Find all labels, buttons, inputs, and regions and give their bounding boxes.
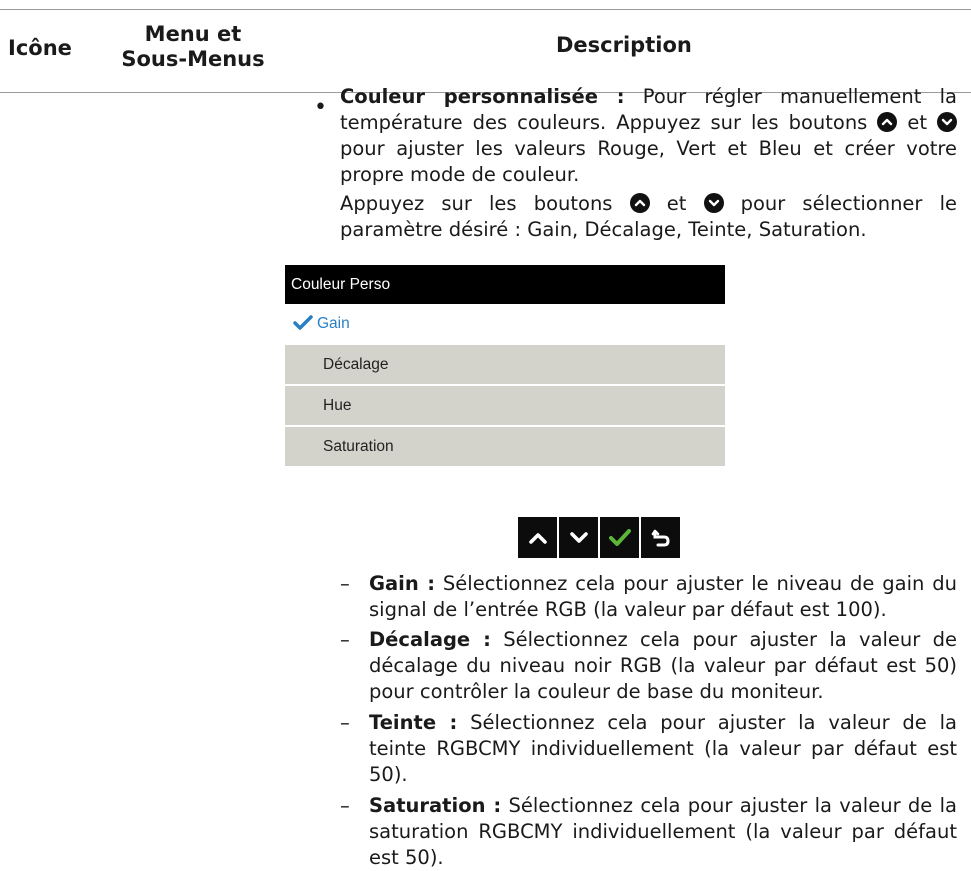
up-button-icon bbox=[877, 112, 898, 132]
subitem-text: Sélectionnez cela pour ajuster le niveau… bbox=[369, 572, 957, 621]
down-button-icon bbox=[937, 112, 957, 132]
osd-item-decalage[interactable]: Décalage bbox=[285, 343, 725, 384]
osd-navigation-buttons bbox=[518, 517, 680, 558]
custom-color-text-b: et bbox=[907, 111, 927, 134]
nav-ok-button[interactable] bbox=[600, 517, 639, 558]
osd-item-label: Décalage bbox=[323, 356, 389, 373]
osd-item-label: Gain bbox=[317, 315, 350, 332]
osd-item-gain[interactable]: Gain bbox=[285, 304, 725, 343]
header-menu-line2: Sous-Menus bbox=[121, 47, 265, 71]
dash-marker: – bbox=[340, 794, 350, 817]
subitem-label: Teinte : bbox=[369, 711, 458, 734]
check-icon bbox=[608, 528, 631, 546]
header-menu-column: Menu et Sous-Menus bbox=[112, 22, 274, 72]
osd-item-hue[interactable]: Hue bbox=[285, 384, 725, 425]
header-menu-line1: Menu et bbox=[144, 22, 242, 46]
header-icon-column: Icône bbox=[8, 36, 72, 60]
up-icon bbox=[528, 532, 547, 544]
osd-title: Couleur Perso bbox=[285, 265, 725, 304]
bullet-point: • bbox=[314, 95, 327, 120]
dash-marker: – bbox=[340, 711, 350, 734]
check-icon bbox=[293, 307, 313, 346]
subitem-label: Saturation : bbox=[369, 794, 502, 817]
subitem-text: Sélectionnez cela pour ajuster la valeur… bbox=[369, 711, 957, 786]
nav-down-button[interactable] bbox=[559, 517, 598, 558]
down-button-icon bbox=[703, 193, 724, 213]
select-parameter-paragraph: Appuyez sur les boutons et pour sélectio… bbox=[340, 191, 957, 243]
custom-color-label: Couleur personnalisée : bbox=[340, 85, 625, 108]
down-icon bbox=[569, 531, 588, 543]
custom-color-paragraph: Couleur personnalisée : Pour régler manu… bbox=[340, 84, 957, 188]
nav-back-button[interactable] bbox=[641, 517, 680, 558]
subitem-gain: – Gain : Sélectionnez cela pour ajuster … bbox=[340, 571, 957, 623]
osd-custom-color-menu: Couleur Perso Gain Décalage Hue Saturati… bbox=[285, 265, 725, 466]
osd-item-saturation[interactable]: Saturation bbox=[285, 425, 725, 466]
subitem-teinte: – Teinte : Sélectionnez cela pour ajuste… bbox=[340, 710, 957, 788]
subitem-saturation: – Saturation : Sélectionnez cela pour aj… bbox=[340, 793, 957, 871]
osd-item-label: Hue bbox=[323, 397, 352, 414]
subitem-label: Décalage : bbox=[369, 628, 491, 651]
subitem-decalage: – Décalage : Sélectionnez cela pour ajus… bbox=[340, 627, 957, 705]
custom-color-text-c: pour ajuster les valeurs Rouge, Vert et … bbox=[340, 137, 957, 186]
up-button-icon bbox=[629, 193, 650, 213]
header-description-column: Description bbox=[556, 33, 692, 57]
dash-marker: – bbox=[340, 572, 350, 595]
subitem-label: Gain : bbox=[369, 572, 436, 595]
nav-up-button[interactable] bbox=[518, 517, 557, 558]
osd-item-label: Saturation bbox=[323, 438, 394, 455]
table-top-rule bbox=[0, 9, 971, 10]
back-icon bbox=[651, 529, 670, 546]
select-parameter-text-a: Appuyez sur les boutons bbox=[340, 192, 613, 215]
select-parameter-text-b: et bbox=[666, 192, 687, 215]
dash-marker: – bbox=[340, 628, 350, 651]
